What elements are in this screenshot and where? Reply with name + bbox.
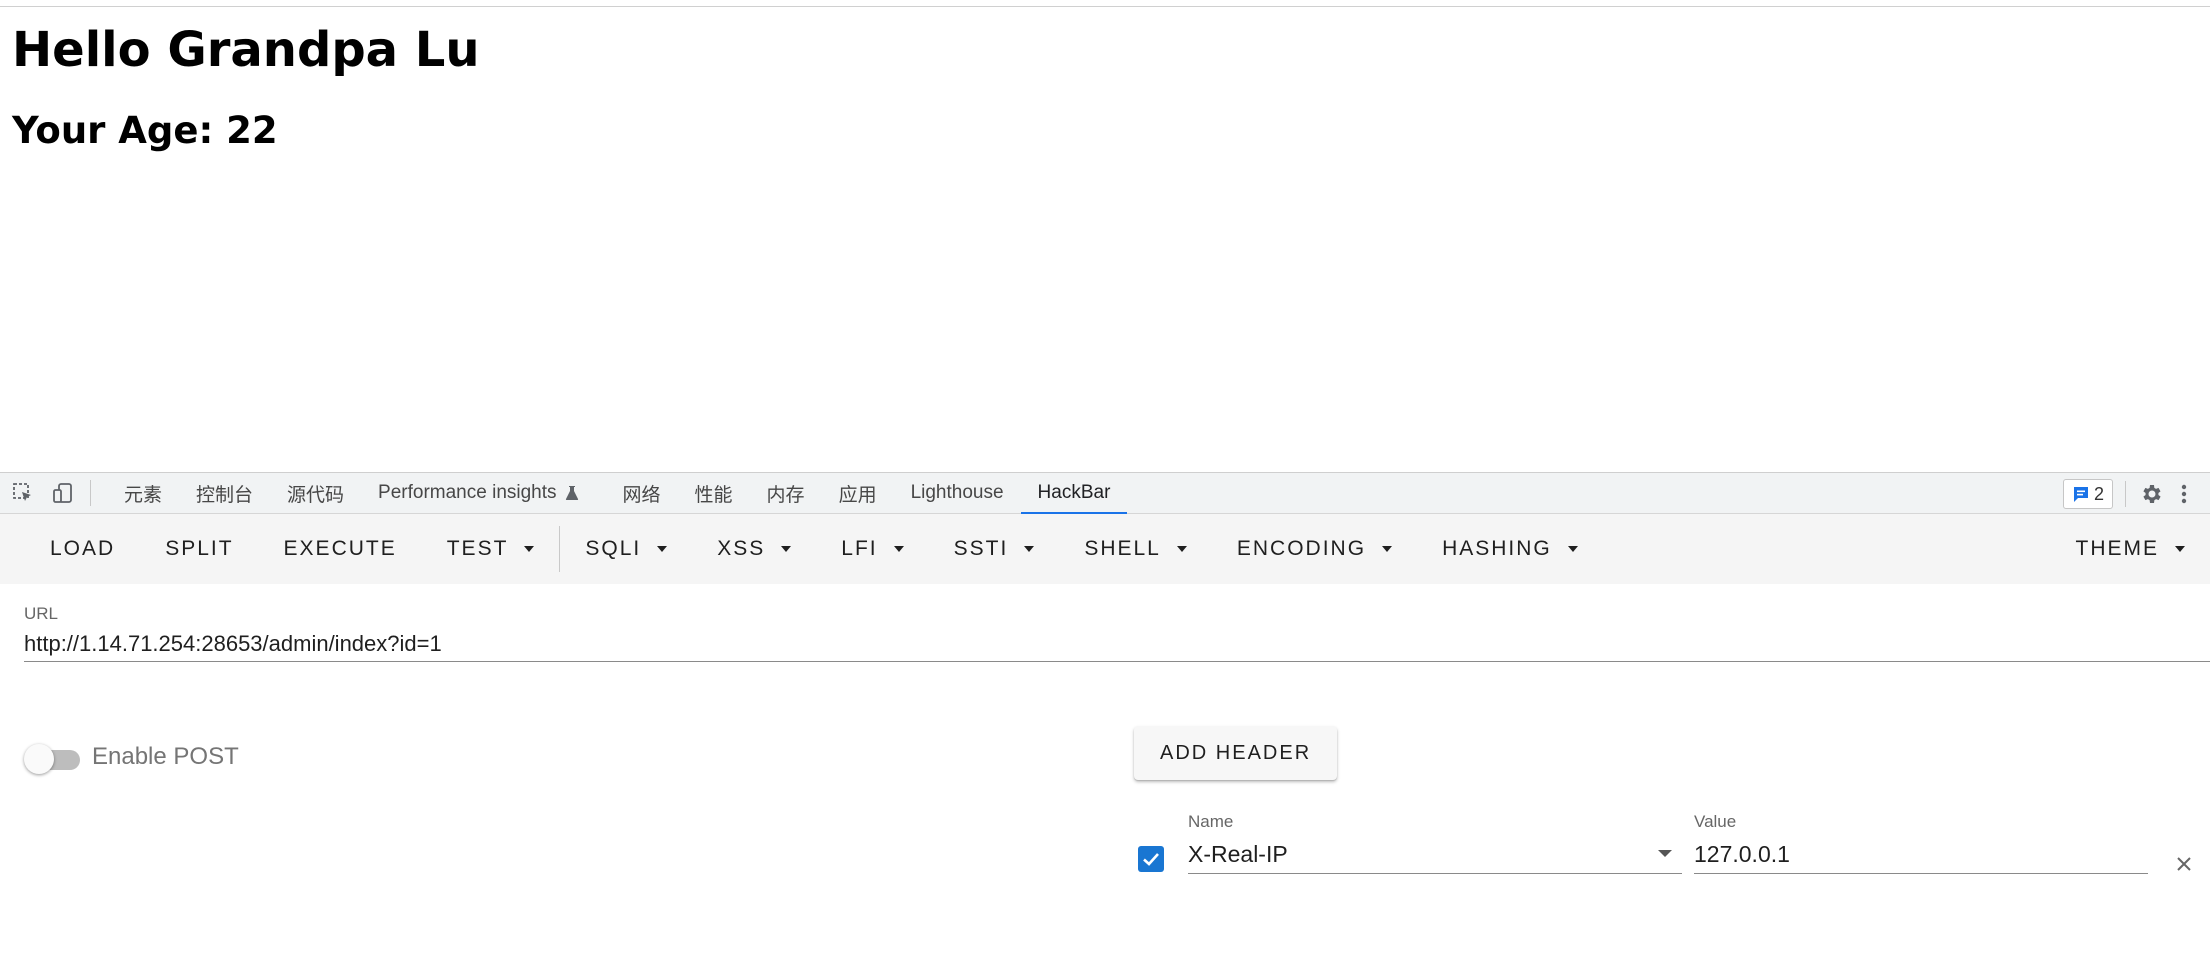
shell-menu-button[interactable]: SHELL [1059,514,1212,584]
caret-down-icon [1567,546,1578,552]
enable-post-control: Enable POST [24,740,239,774]
caret-down-icon [2175,546,2185,552]
devtools-tabbar: 元素 控制台 源代码 Performance insights 网络 性能 内存… [0,472,2210,515]
button-label: SHELL [1084,537,1161,560]
devtools-panel: 元素 控制台 源代码 Performance insights 网络 性能 内存… [0,472,2210,965]
page-heading: Hello Grandpa Lu [12,22,480,78]
devtools-actions: 2 [2062,473,2210,515]
header-name-label: Name [1188,812,1234,831]
tab-label: 性能 [694,484,733,506]
tab-label: 应用 [838,484,877,506]
header-row: Name X-Real-IP Value 127.0.0.1 [1138,812,2210,902]
url-label: URL [24,604,59,623]
caret-down-icon [524,546,535,552]
tab-elements[interactable]: 元素 [107,472,179,514]
issues-count: 2 [2093,483,2104,504]
split-button[interactable]: SPLIT [140,514,258,584]
tab-performance-insights[interactable]: Performance insights [361,472,595,514]
header-value-input[interactable]: 127.0.0.1 [1694,836,2148,874]
hackbar-toolbar: LOAD SPLIT EXECUTE TEST SQLI XSS LFI SST… [0,514,2210,584]
ssti-menu-button[interactable]: SSTI [929,514,1060,584]
tab-label: Performance insights [378,482,557,503]
gear-icon[interactable] [2140,482,2164,506]
header-name-select[interactable]: X-Real-IP [1188,836,1682,874]
url-input[interactable] [24,626,2210,662]
hashing-menu-button[interactable]: HASHING [1417,514,1603,584]
panel-edge [2198,479,2210,509]
button-label: TEST [446,537,509,560]
enable-post-label: Enable POST [92,743,239,770]
button-label: EXECUTE [283,537,397,560]
caret-down-icon [1176,546,1187,552]
header-name-field: Name X-Real-IP [1188,812,1682,874]
tab-memory[interactable]: 内存 [750,472,822,514]
button-label: ENCODING [1236,537,1367,560]
button-label: XSS [717,537,766,560]
load-button[interactable]: LOAD [0,514,140,584]
button-label: SSTI [953,537,1009,560]
button-label: LFI [841,537,878,560]
tab-label: 元素 [124,484,163,506]
theme-menu-button[interactable]: THEME [2051,514,2210,584]
caret-down-icon [1024,546,1035,552]
execute-button[interactable]: EXECUTE [259,514,422,584]
header-name-value: X-Real-IP [1188,841,1288,867]
close-icon[interactable] [2174,854,2194,874]
button-label: HASHING [1442,537,1552,560]
tabbar-separator [90,480,91,506]
button-label: SPLIT [165,537,234,560]
tab-application[interactable]: 应用 [822,472,894,514]
url-field: URL [24,604,2210,662]
caret-down-icon [657,546,668,552]
dropdown-arrow-icon [1658,850,1672,857]
header-value-label: Value [1694,812,1737,831]
age-line: Your Age: 22 [12,109,278,152]
header-enabled-checkbox[interactable] [1138,846,1164,872]
tab-label: 控制台 [196,484,254,506]
button-label: THEME [2075,537,2159,560]
flask-icon [565,486,578,500]
lfi-menu-button[interactable]: LFI [816,514,928,584]
header-value-text: 127.0.0.1 [1694,841,1790,867]
check-icon [1143,853,1159,866]
device-toolbar-icon[interactable] [50,480,76,506]
caret-down-icon [893,546,904,552]
actions-separator [2125,481,2126,507]
message-icon [2073,487,2088,502]
tab-label: 网络 [622,484,661,506]
tab-lighthouse[interactable]: Lighthouse [894,472,1021,514]
tab-sources[interactable]: 源代码 [270,472,361,514]
sqli-menu-button[interactable]: SQLI [560,514,692,584]
test-menu-button[interactable]: TEST [422,514,560,584]
inspect-element-icon[interactable] [10,480,36,506]
tab-console[interactable]: 控制台 [179,472,270,514]
add-header-button[interactable]: ADD HEADER [1134,726,1338,780]
issues-badge[interactable]: 2 [2062,479,2113,509]
more-options-icon[interactable] [2180,482,2188,506]
tab-label: 内存 [766,484,805,506]
button-label: LOAD [50,537,116,560]
xss-menu-button[interactable]: XSS [692,514,816,584]
tab-label: 源代码 [287,484,345,506]
tab-network[interactable]: 网络 [606,472,678,514]
caret-down-icon [1382,546,1393,552]
caret-down-icon [781,546,792,552]
toggle-thumb [24,744,54,774]
tab-label: Lighthouse [910,482,1004,503]
tab-performance[interactable]: 性能 [678,472,750,514]
header-value-field: Value 127.0.0.1 [1694,812,2148,874]
tab-label: HackBar [1037,482,1111,503]
tab-hackbar[interactable]: HackBar [1020,472,1128,515]
page-top-border [0,6,2210,7]
button-label: SQLI [585,537,642,560]
page-content: Hello Grandpa Lu Your Age: 22 [12,18,480,156]
encoding-menu-button[interactable]: ENCODING [1212,514,1417,584]
enable-post-toggle[interactable] [24,740,80,774]
